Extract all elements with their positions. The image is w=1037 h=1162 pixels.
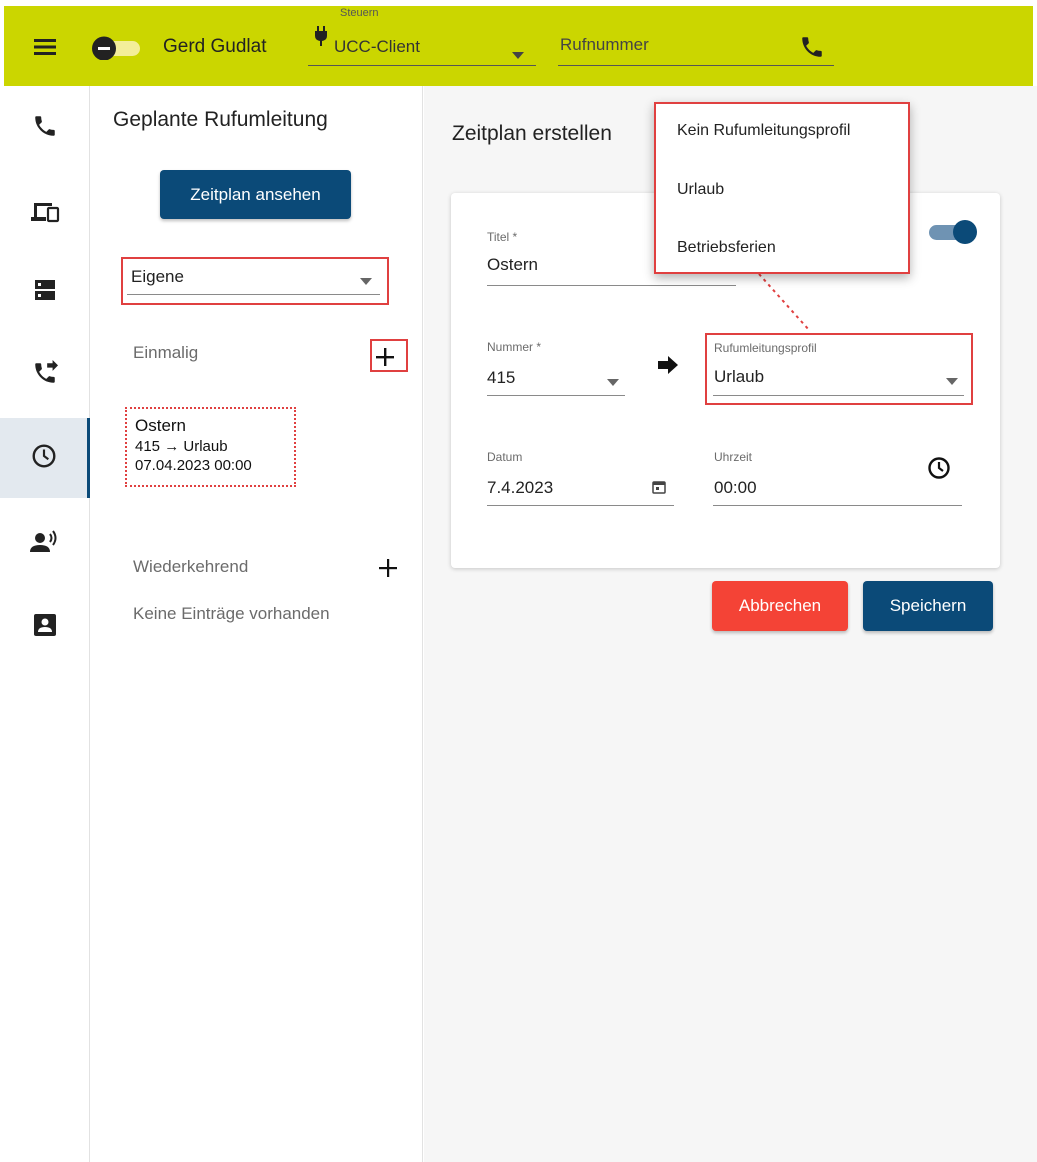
view-schedule-button[interactable]: Zeitplan ansehen xyxy=(160,170,351,219)
cancel-button[interactable]: Abbrechen xyxy=(712,581,848,631)
presence-toggle[interactable] xyxy=(90,36,142,61)
date-label: Datum xyxy=(487,450,523,464)
server-icon xyxy=(33,278,57,307)
entry-title: Ostern xyxy=(135,416,187,435)
recurring-section-label: Wiederkehrend xyxy=(133,557,249,576)
nav-scheduled-forwarding[interactable] xyxy=(0,418,90,498)
profile-option-urlaub[interactable]: Urlaub xyxy=(677,181,724,199)
call-forward-icon xyxy=(32,359,58,391)
once-section-label: Einmalig xyxy=(133,343,199,362)
profile-option-betriebsferien[interactable]: Betriebsferien xyxy=(677,239,776,257)
connector-line xyxy=(758,273,810,331)
title-input[interactable]: Ostern xyxy=(487,255,538,275)
user-name: Gerd Gudlat xyxy=(163,36,267,57)
control-label: Steuern xyxy=(340,7,379,19)
speaking-person-icon xyxy=(30,529,60,559)
call-icon[interactable] xyxy=(799,34,825,60)
date-input[interactable]: 7.4.2023 xyxy=(487,478,553,498)
main-title: Zeitplan erstellen xyxy=(452,122,612,145)
contact-icon xyxy=(34,613,56,641)
active-toggle[interactable] xyxy=(927,218,979,246)
entry-datetime: 07.04.2023 00:00 xyxy=(135,457,252,474)
panel-title: Geplante Rufumleitung xyxy=(113,108,328,131)
profile-highlight xyxy=(705,333,973,405)
scheduled-forwarding-panel: Geplante Rufumleitung Zeitplan ansehen E… xyxy=(91,86,423,1162)
profile-option-none[interactable]: Kein Rufumleitungsprofil xyxy=(677,122,850,140)
nav-devices[interactable] xyxy=(0,174,90,254)
time-label: Uhrzeit xyxy=(714,450,753,464)
calendar-icon[interactable] xyxy=(652,480,666,494)
profile-dropdown-menu: Kein Rufumleitungsprofil Urlaub Betriebs… xyxy=(654,102,910,274)
phone-icon xyxy=(32,113,58,144)
top-app-bar: Gerd Gudlat Steuern UCC-Client Rufnummer xyxy=(4,6,1033,86)
chevron-down-icon[interactable] xyxy=(607,373,619,386)
schedule-entry[interactable]: Ostern 415 → Urlaub 07.04.2023 00:00 xyxy=(125,407,296,487)
nav-contacts[interactable] xyxy=(0,587,90,667)
menu-icon[interactable] xyxy=(34,38,56,56)
nav-call-forwarding[interactable] xyxy=(0,335,90,415)
arrow-right-icon xyxy=(658,356,678,374)
save-button[interactable]: Speichern xyxy=(863,581,993,631)
add-recurring-icon[interactable] xyxy=(379,559,397,577)
no-entries-text: Keine Einträge vorhanden xyxy=(133,604,330,623)
nav-voice[interactable] xyxy=(0,504,90,584)
number-select-value[interactable]: 415 xyxy=(487,368,515,388)
filter-highlight xyxy=(121,257,389,305)
clock-icon xyxy=(31,443,57,474)
phone-number-input[interactable]: Rufnummer xyxy=(560,35,649,55)
control-select-value[interactable]: UCC-Client xyxy=(334,37,420,57)
chevron-down-icon[interactable] xyxy=(512,46,524,59)
entry-route: 415 → Urlaub xyxy=(135,438,228,455)
nav-server[interactable] xyxy=(0,252,90,332)
nav-phone[interactable] xyxy=(0,88,90,168)
devices-icon xyxy=(30,200,60,229)
add-once-highlight xyxy=(370,339,408,372)
number-label: Nummer * xyxy=(487,340,542,354)
plug-icon xyxy=(314,26,328,46)
title-label: Titel * xyxy=(487,230,518,244)
time-input[interactable]: 00:00 xyxy=(714,478,757,498)
clock-icon[interactable] xyxy=(927,456,951,480)
navigation-rail xyxy=(0,86,90,1162)
